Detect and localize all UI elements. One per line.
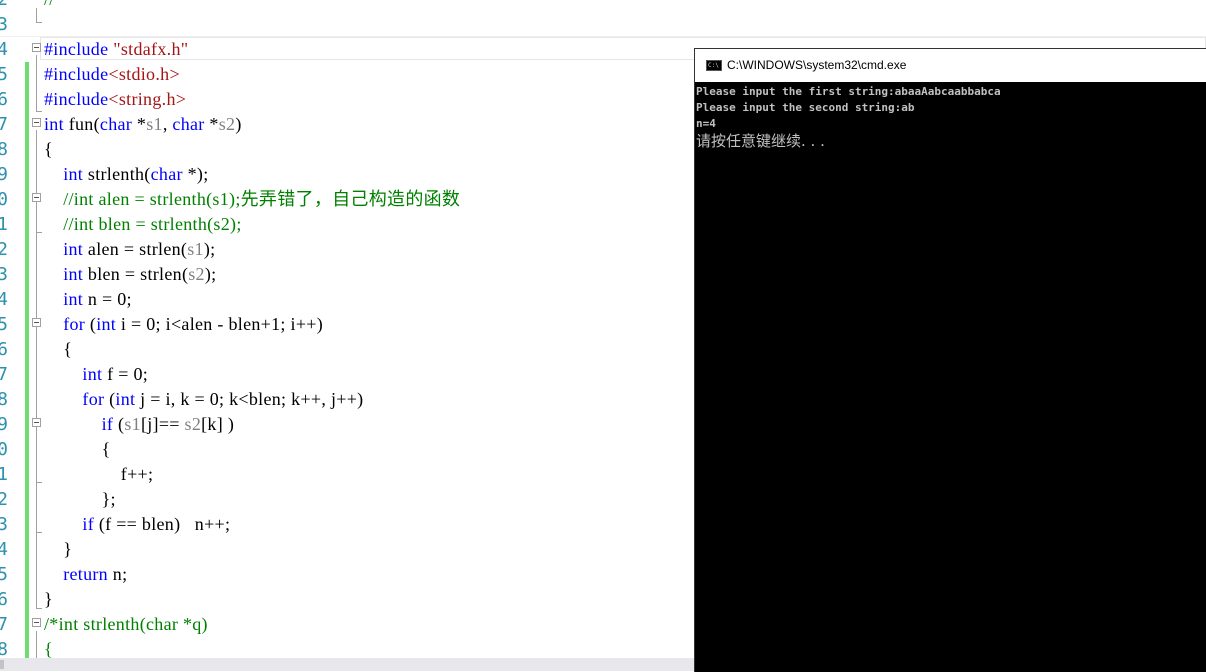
line-number: 7 [0, 614, 8, 635]
code-text: for (int i = 0; i<alen - blen+1; i++) [63, 314, 324, 334]
console-line: Please input the second string:ab [696, 101, 915, 114]
line-number: 7 [0, 364, 8, 385]
line-number: 0 [0, 189, 8, 210]
line-number: 6 [0, 89, 8, 110]
line-number: 2 [0, 0, 8, 12]
line-number: 9 [0, 164, 8, 185]
code-text: for (int j = i, k = 0; k<blen; k++, j++) [82, 389, 364, 409]
line-number: 3 [0, 514, 8, 535]
code-text: int blen = strlen(s2); [63, 264, 217, 284]
line-number: 4 [0, 289, 8, 310]
code-text: int n = 0; [63, 289, 132, 309]
outline-guide [36, 8, 37, 22]
code-text: if (f == blen) n++; [82, 514, 231, 534]
line-number: 3 [0, 264, 8, 285]
code-text: //int blen = strlenth(s2); [63, 214, 242, 234]
code-text: #include "stdafx.h" [44, 39, 189, 59]
line-number: 7 [0, 114, 8, 135]
code-text: #include<string.h> [44, 89, 187, 109]
outline-guide [36, 608, 42, 609]
cmd-icon: C:\ [706, 60, 722, 71]
code-text: int f = 0; [82, 364, 149, 384]
outline-guide [36, 22, 42, 23]
line-number: 8 [0, 389, 8, 410]
collapse-icon[interactable] [32, 193, 41, 202]
code-text: int alen = strlen(s1); [63, 239, 216, 259]
console-titlebar[interactable]: C:\ C:\WINDOWS\system32\cmd.exe [695, 49, 1206, 82]
outline-guide [36, 631, 37, 658]
code-text: }; [44, 489, 116, 509]
code-text: { [44, 139, 53, 159]
outline-guide [36, 111, 42, 112]
outline-guide [36, 532, 42, 533]
outline-guide [36, 55, 37, 111]
line-number: 5 [0, 564, 8, 585]
code-line[interactable]: 2 // [0, 0, 1206, 12]
line-number: 4 [0, 539, 8, 560]
code-text: { [44, 339, 73, 359]
line-number: 4 [0, 39, 8, 60]
code-text: /*int strlenth(char *q) [44, 614, 208, 634]
console-output: Please input the first string:abaaAabcaa… [696, 84, 1206, 150]
code-text: { [44, 439, 111, 459]
code-text: return n; [63, 564, 128, 584]
code-text: // [44, 0, 55, 12]
line-number: 0 [0, 439, 8, 460]
console-line: n=4 [696, 117, 716, 130]
line-number: 9 [0, 414, 8, 435]
line-number: 2 [0, 489, 8, 510]
outline-guide [36, 232, 42, 233]
line-number: 5 [0, 314, 8, 335]
code-line[interactable]: 3 [0, 12, 1206, 37]
code-text: f++; [44, 464, 154, 484]
line-number: 3 [0, 14, 8, 35]
console-window[interactable]: C:\ C:\WINDOWS\system32\cmd.exe Please i… [694, 48, 1206, 672]
code-text: if (s1[j]== s2[k] ) [101, 414, 235, 434]
collapse-icon[interactable] [32, 418, 41, 427]
code-text: #include<stdio.h> [44, 64, 180, 84]
cmd-icon-glyph: C:\ [708, 62, 719, 69]
line-number: 5 [0, 64, 8, 85]
line-number: 6 [0, 589, 8, 610]
console-line: 请按任意键继续. . . [696, 132, 825, 150]
collapse-icon[interactable] [32, 318, 41, 327]
code-text: int fun(char *s1, char *s2) [44, 114, 242, 134]
console-title: C:\WINDOWS\system32\cmd.exe [727, 58, 907, 72]
code-text: } [44, 539, 73, 559]
outline-guide [36, 482, 42, 483]
code-text: } [44, 589, 53, 609]
collapse-icon[interactable] [32, 118, 41, 127]
line-number: 1 [0, 214, 8, 235]
line-number: 6 [0, 339, 8, 360]
console-line: Please input the first string:abaaAabcaa… [696, 85, 1001, 98]
line-number: 8 [0, 139, 8, 160]
collapse-icon[interactable] [32, 618, 41, 627]
code-text: //int alen = strlenth(s1);先弄错了，自己构造的函数 [63, 189, 461, 209]
scrollbar-thumb[interactable] [0, 660, 4, 669]
collapse-icon[interactable] [32, 43, 41, 52]
code-text: int strlenth(char *); [63, 164, 209, 184]
line-number: 2 [0, 239, 8, 260]
line-number: 1 [0, 464, 8, 485]
